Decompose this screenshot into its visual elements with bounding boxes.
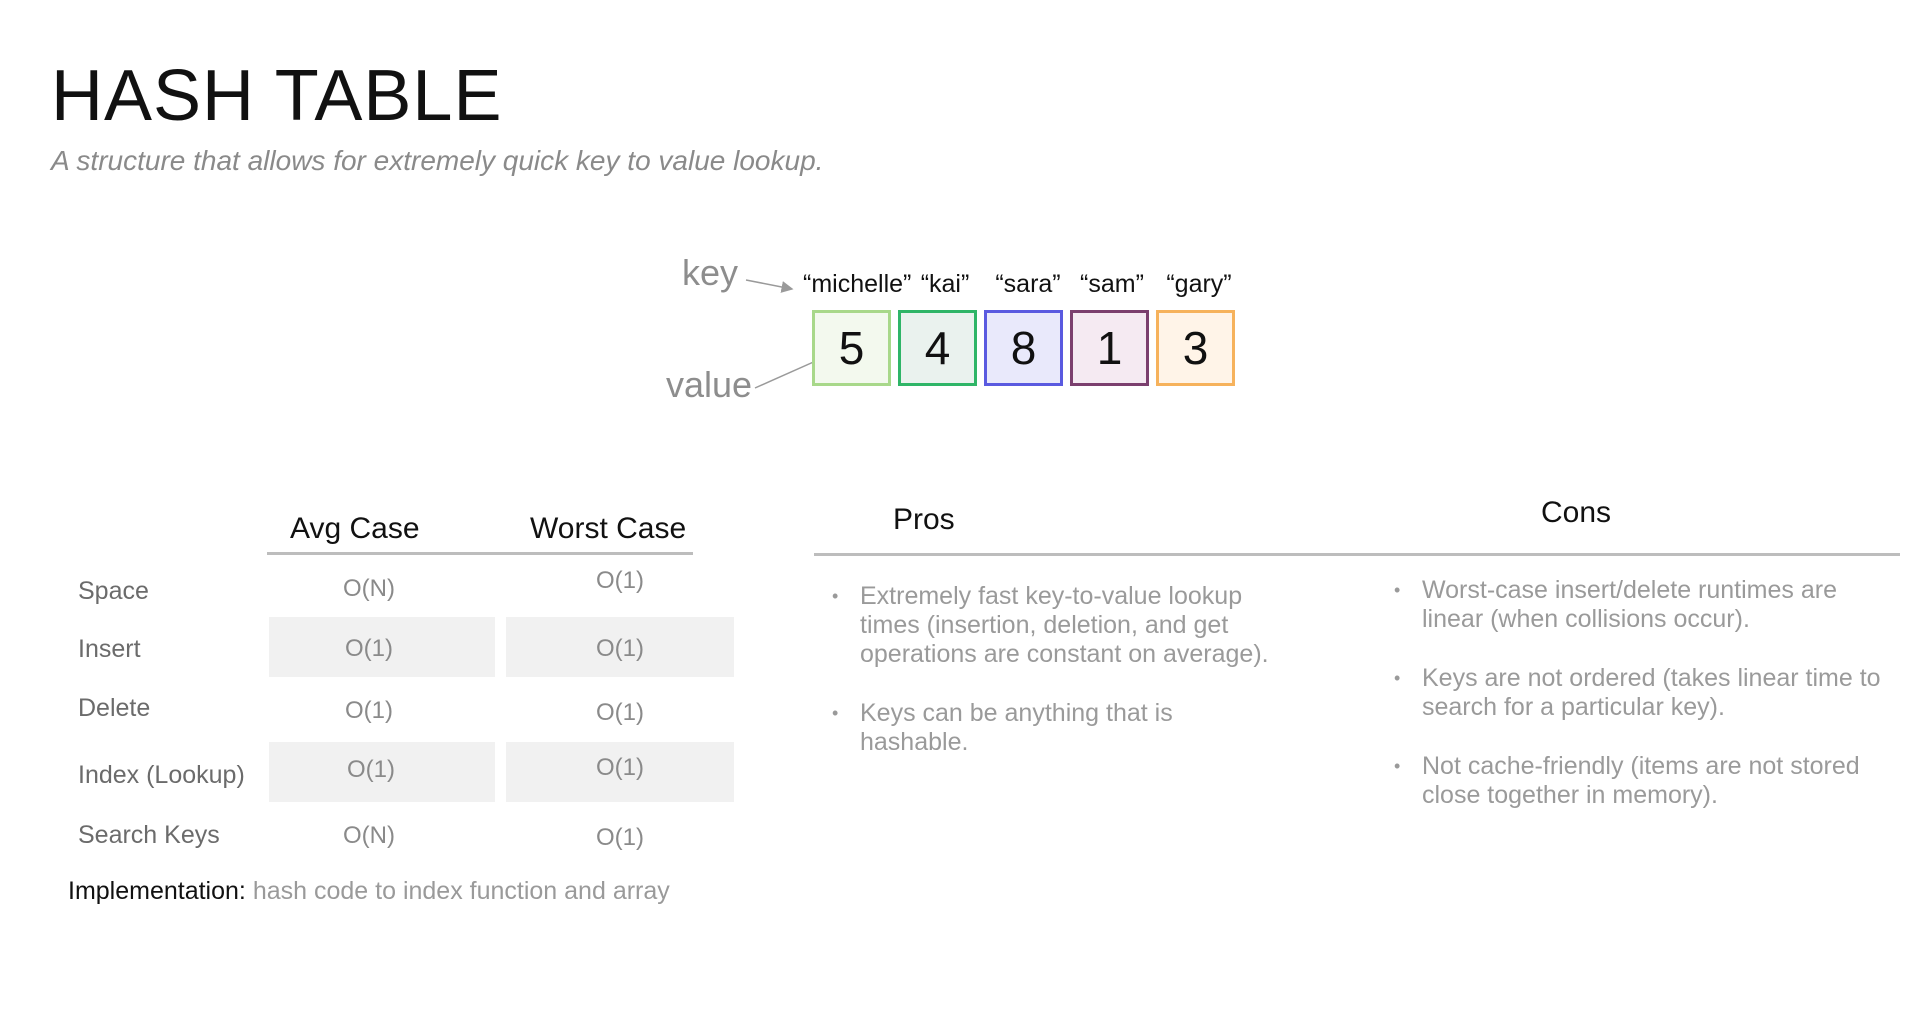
value-cell: 5	[812, 310, 891, 386]
avg-index: O(1)	[347, 756, 395, 783]
avg-insert: O(1)	[345, 635, 393, 662]
value-cell: 3	[1156, 310, 1235, 386]
avg-search: O(N)	[343, 822, 395, 849]
worst-search: O(1)	[596, 824, 644, 851]
worst-space: O(1)	[596, 567, 644, 594]
cons-item: Worst-case insert/delete runtimes are li…	[1394, 576, 1884, 634]
key-text: “sara”	[995, 270, 1061, 298]
row-label-index: Index (Lookup)	[78, 761, 245, 789]
value-cell: 8	[984, 310, 1063, 386]
row-label-space: Space	[78, 577, 149, 605]
cons-item: Not cache-friendly (items are not stored…	[1394, 752, 1884, 810]
worst-case-header: Worst Case	[530, 512, 687, 545]
implementation-label: Implementation:	[68, 877, 246, 905]
worst-insert: O(1)	[596, 635, 644, 662]
key-text: “sam”	[1080, 270, 1144, 298]
key-text: “gary”	[1166, 270, 1232, 298]
pros-cons-divider	[814, 553, 1900, 556]
key-text: “michelle”	[803, 270, 912, 298]
pointer-arrows	[745, 279, 838, 389]
avg-space: O(N)	[343, 575, 395, 602]
key-pointer-arrow	[745, 279, 794, 293]
pros-item: Keys can be anything that is hashable.	[832, 699, 1272, 757]
worst-index: O(1)	[596, 754, 644, 781]
row-label-delete: Delete	[78, 694, 151, 722]
cons-list: Worst-case insert/delete runtimes are li…	[1394, 576, 1884, 840]
row-label-search: Search Keys	[78, 821, 220, 849]
implementation-text: hash code to index function and array	[252, 877, 670, 905]
pros-item: Extremely fast key-to-value lookup times…	[832, 582, 1272, 669]
avg-delete: O(1)	[345, 697, 393, 724]
cons-heading: Cons	[1541, 496, 1612, 529]
value-cell: 4	[898, 310, 977, 386]
implementation-note: Implementation: hash code to index funct…	[68, 877, 670, 906]
key-text: “kai”	[920, 270, 970, 298]
cons-item: Keys are not ordered (takes linear time …	[1394, 664, 1884, 722]
pros-heading: Pros	[893, 503, 955, 536]
avg-case-header: Avg Case	[290, 512, 420, 545]
row-label-insert: Insert	[78, 635, 141, 663]
value-cell: 1	[1070, 310, 1149, 386]
pros-list: Extremely fast key-to-value lookup times…	[832, 582, 1272, 787]
worst-delete: O(1)	[596, 699, 644, 726]
table-header-divider	[267, 552, 693, 555]
